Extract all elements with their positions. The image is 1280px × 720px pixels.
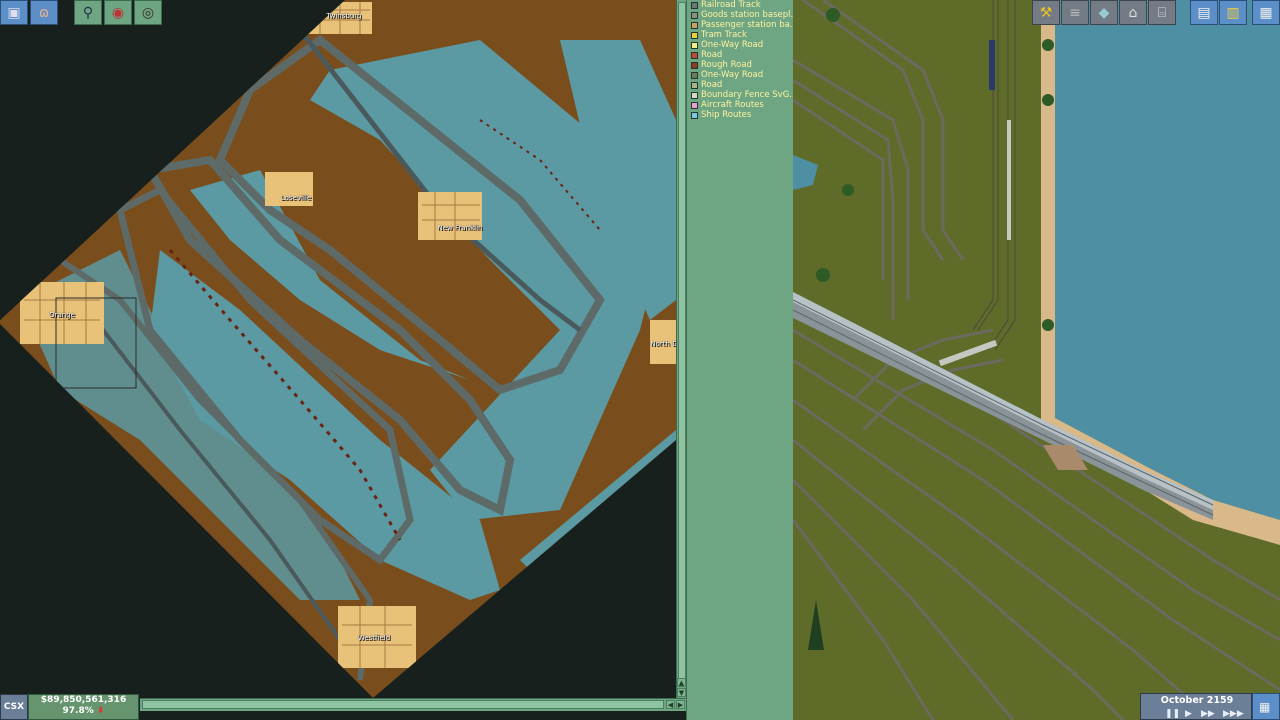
graphs-button[interactable]: ▥ — [1219, 0, 1247, 25]
legend-item[interactable]: Road — [687, 80, 793, 90]
date-panel: October 2159 ❚❚ ▶ ▶▶ ▶▶▶ — [1140, 693, 1252, 720]
build-rail-icon: ⚒ — [1039, 4, 1053, 21]
minimap-horizontal-scrollbar[interactable]: ◀ ▶ — [140, 698, 686, 711]
legend-swatch — [691, 71, 698, 79]
ear-icon: ɷ — [38, 4, 50, 21]
legend-item[interactable]: Passenger station ba... — [687, 20, 793, 30]
date-text: October 2159 — [1160, 695, 1234, 706]
legend-swatch — [691, 111, 698, 119]
pause-icon[interactable]: ❚❚ — [1165, 709, 1180, 719]
legend-list: Railroad Track Goods station basepl... Pas… — [687, 0, 793, 120]
legend-label: Aircraft Routes — [701, 100, 764, 110]
legend-label: Tram Track — [701, 30, 747, 40]
news-button[interactable]: ▦ — [1252, 693, 1280, 720]
legend-item[interactable]: Boundary Fence SvG... — [687, 90, 793, 100]
save-button[interactable]: ▣ — [0, 0, 28, 25]
landscaping-button[interactable]: ◆ — [1090, 0, 1118, 25]
legend-item[interactable]: Goods station basepl... — [687, 10, 793, 20]
save-icon: ▣ — [7, 4, 21, 21]
legend-item[interactable]: Rough Road — [687, 60, 793, 70]
build-rail-button[interactable]: ⚒ — [1032, 0, 1060, 25]
subsidy-icon: ◉ — [111, 4, 125, 21]
town-label[interactable]: Loseville — [281, 194, 311, 202]
town-label[interactable]: North D — [650, 340, 676, 348]
world-canvas[interactable] — [793, 0, 1280, 720]
eye-icon: ◎ — [141, 4, 155, 21]
minimap-viewport[interactable]: Twinsburg Loseville New Franklin Orange … — [0, 0, 676, 698]
legend-label: Road — [701, 50, 723, 60]
sound-button[interactable]: ɷ — [30, 0, 58, 25]
minimap-canvas[interactable] — [0, 0, 676, 698]
legend-label: Road — [701, 80, 723, 90]
landscaping-icon: ◆ — [1098, 4, 1110, 21]
depot-button[interactable]: ⌸ — [1148, 0, 1176, 25]
town-list-icon: ▦ — [1259, 4, 1273, 21]
down-arrow-icon: ⬇ — [96, 706, 105, 716]
zoom-in-icon: ⚲ — [82, 4, 94, 21]
legend-swatch — [691, 81, 698, 89]
legend-swatch — [691, 1, 698, 9]
scroll-left-arrow-icon[interactable]: ◀ — [666, 700, 675, 709]
train[interactable] — [1007, 120, 1011, 240]
scroll-right-arrow-icon[interactable]: ▶ — [676, 700, 685, 709]
play-icon[interactable]: ▶ — [1185, 709, 1192, 719]
scrollbar-thumb[interactable] — [142, 700, 664, 709]
legend-label: One-Way Road — [701, 70, 764, 80]
legend-label: Rough Road — [701, 60, 752, 70]
legend-swatch — [691, 61, 698, 69]
world-viewport[interactable] — [793, 0, 1280, 720]
town-block — [418, 192, 482, 240]
company-logo[interactable]: CSX — [0, 694, 28, 720]
train-list-icon: ▤ — [1197, 4, 1211, 21]
money-display[interactable]: $89,850,561,316 97.8% ⬇ — [28, 694, 139, 720]
build-road-icon: ≡ — [1069, 4, 1081, 21]
money-text: $89,850,561,316 — [40, 695, 127, 705]
legend-swatch — [691, 51, 698, 59]
build-station-icon: ⌂ — [1128, 4, 1138, 21]
zoom-in-button[interactable]: ⚲ — [74, 0, 102, 25]
ultra-fast-forward-icon[interactable]: ▶▶▶ — [1223, 709, 1244, 719]
scrollbar-thumb[interactable] — [678, 2, 686, 684]
view-button[interactable]: ◎ — [134, 0, 162, 25]
town-label[interactable]: Orange — [49, 311, 75, 319]
town-label[interactable]: Westfield — [358, 634, 390, 642]
legend-label: One-Way Road — [701, 40, 764, 50]
legend-item[interactable]: One-Way Road — [687, 70, 793, 80]
scroll-up-arrow-icon[interactable]: ▲ — [677, 678, 686, 687]
legend-swatch — [691, 101, 698, 109]
legend-label: Goods station basepl... — [701, 10, 793, 20]
legend-swatch — [691, 11, 698, 19]
town-label[interactable]: Twinsburg — [327, 12, 362, 20]
legend-label: Railroad Track — [701, 0, 761, 10]
subsidies-button[interactable]: ◉ — [104, 0, 132, 25]
legend-item[interactable]: Tram Track — [687, 30, 793, 40]
legend-swatch — [691, 41, 698, 49]
legend-swatch — [691, 21, 698, 29]
legend-label: Ship Routes — [701, 110, 752, 120]
newspaper-icon: ▦ — [1259, 700, 1271, 714]
legend-item[interactable]: One-Way Road — [687, 40, 793, 50]
town-list-button[interactable]: ▦ — [1252, 0, 1280, 25]
build-station-button[interactable]: ⌂ — [1119, 0, 1147, 25]
build-road-button[interactable]: ≡ — [1061, 0, 1089, 25]
legend-item[interactable]: Railroad Track — [687, 0, 793, 10]
legend-item[interactable]: Road — [687, 50, 793, 60]
legend-swatch — [691, 91, 698, 99]
town-label[interactable]: New Franklin — [438, 224, 483, 232]
legend-label: Boundary Fence SvG... — [701, 90, 793, 100]
minimap-legend: Railroad Track Goods station basepl... Pas… — [686, 0, 793, 720]
legend-label: Passenger station ba... — [701, 20, 793, 30]
fast-forward-icon[interactable]: ▶▶ — [1201, 709, 1215, 719]
legend-swatch — [691, 31, 698, 39]
train-list-button[interactable]: ▤ — [1190, 0, 1218, 25]
depot-icon: ⌸ — [1157, 4, 1167, 21]
legend-item[interactable]: Ship Routes — [687, 110, 793, 120]
graphs-icon: ▥ — [1226, 4, 1240, 21]
train[interactable] — [989, 40, 995, 90]
legend-item[interactable]: Aircraft Routes — [687, 100, 793, 110]
scroll-down-arrow-icon[interactable]: ▼ — [677, 688, 686, 697]
rating-text: 97.8% ⬇ — [62, 706, 105, 716]
